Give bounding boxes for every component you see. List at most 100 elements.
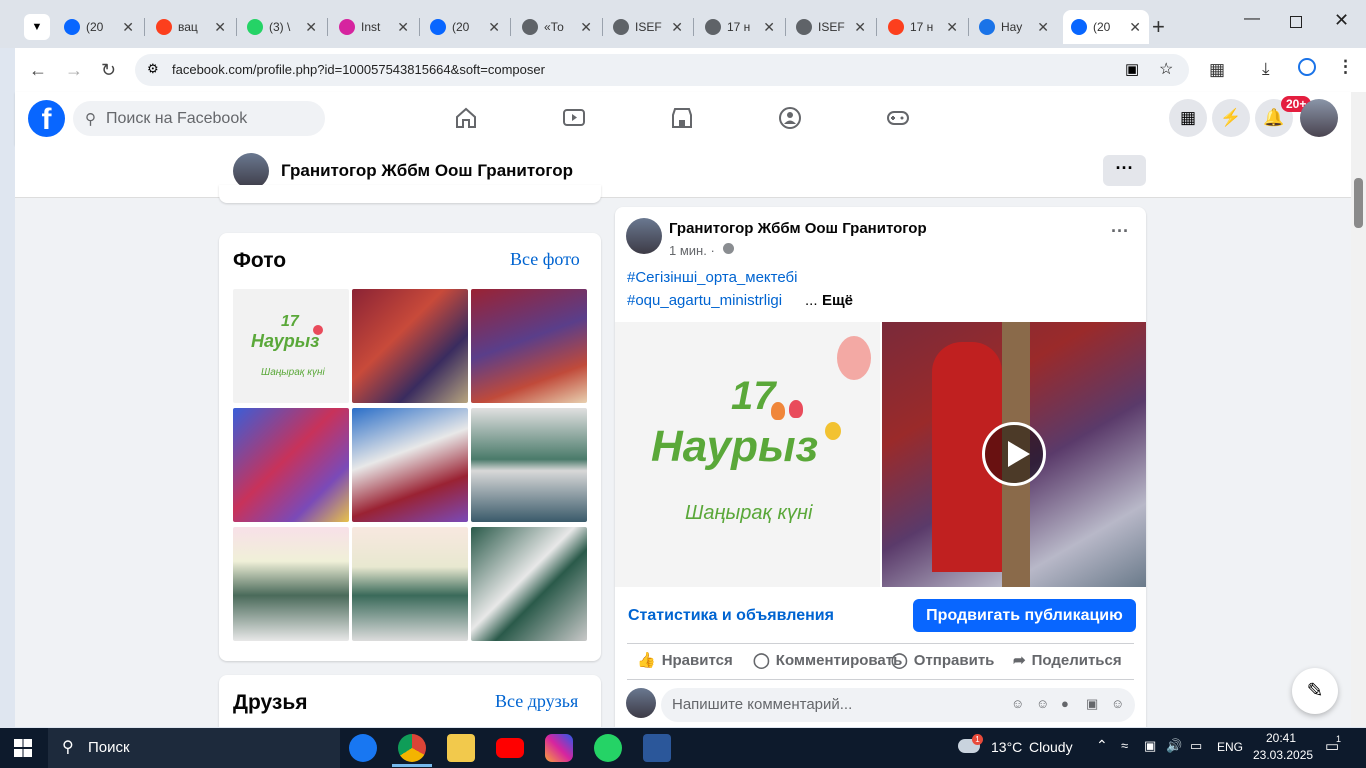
weather-condition[interactable]: Cloudy [1029, 739, 1073, 755]
photo-thumbnail[interactable] [471, 289, 587, 403]
new-tab-button[interactable]: + [1152, 14, 1165, 40]
clock-date[interactable]: 23.03.2025 [1253, 748, 1313, 762]
photo-thumbnail[interactable]: 17 Наурыз Шаңырақ күні [233, 289, 349, 403]
browser-tab[interactable]: (3) \ ✕ [239, 10, 325, 44]
send-button[interactable]: ◯ Отправить [891, 651, 994, 670]
browser-tab[interactable]: ISEF ✕ [605, 10, 691, 44]
sticker-icon[interactable]: ☺ [1111, 696, 1124, 711]
photo-thumbnail[interactable] [471, 408, 587, 522]
play-button-icon[interactable] [982, 422, 1046, 486]
close-tab-icon[interactable]: ✕ [397, 19, 409, 36]
post-author-name[interactable]: Гранитогор Жббм Оош Гранитогор [669, 220, 927, 237]
gaming-icon[interactable] [886, 106, 910, 130]
photo-thumbnail[interactable] [352, 289, 468, 403]
chrome-icon[interactable] [398, 734, 426, 762]
camera-icon[interactable]: ● [1061, 696, 1069, 711]
language-indicator[interactable]: ENG [1217, 740, 1243, 754]
download-icon[interactable]: ⤓ [1262, 59, 1270, 79]
new-message-button[interactable]: ✎ [1292, 668, 1338, 714]
whatsapp-icon[interactable] [594, 734, 622, 762]
close-window-button[interactable]: ✕ [1334, 10, 1349, 31]
browser-tab[interactable]: (20 ✕ [1063, 10, 1149, 44]
messenger-icon[interactable]: ⚡ [1212, 99, 1250, 137]
close-tab-icon[interactable]: ✕ [763, 19, 775, 36]
video-icon[interactable] [562, 106, 586, 130]
photo-thumbnail[interactable] [352, 527, 468, 641]
facebook-search-input[interactable]: ⚲ Поиск на Facebook [73, 101, 325, 136]
close-tab-icon[interactable]: ✕ [122, 19, 134, 36]
close-tab-icon[interactable]: ✕ [1037, 19, 1049, 36]
avatar-sticker-icon[interactable]: ☺ [1011, 696, 1024, 711]
browser-tab[interactable]: вац ✕ [148, 10, 234, 44]
menu-icon[interactable]: ⋮ [1337, 57, 1354, 77]
site-info-icon[interactable]: ⚙ [147, 61, 159, 77]
browser-tab[interactable]: ISEF ✕ [788, 10, 874, 44]
profile-icon[interactable] [1298, 58, 1316, 76]
browser-tab[interactable]: (20 ✕ [56, 10, 142, 44]
comment-input[interactable]: Напишите комментарий... ☺ ☺ ● ▣ ☺ [661, 688, 1135, 722]
close-tab-icon[interactable]: ✕ [854, 19, 866, 36]
home-icon[interactable] [454, 106, 478, 130]
account-avatar[interactable] [1300, 99, 1338, 137]
hashtag-link[interactable]: #oqu_agartu_ministrligi [627, 292, 782, 309]
show-hidden-icons-chevron-icon[interactable]: ⌃ [1096, 737, 1108, 754]
maximize-button[interactable] [1290, 16, 1302, 28]
marketplace-icon[interactable] [670, 106, 694, 130]
scrollbar-thumb[interactable] [1354, 178, 1363, 228]
like-button[interactable]: 👍 Нравится [637, 651, 733, 670]
post-author-avatar[interactable] [626, 218, 662, 254]
all-photos-link[interactable]: Все фото [510, 249, 580, 270]
close-tab-icon[interactable]: ✕ [671, 19, 683, 36]
back-button[interactable]: ← [29, 60, 47, 81]
see-more-link[interactable]: Ещё [822, 292, 853, 309]
bookmark-star-icon[interactable]: ☆ [1159, 59, 1173, 79]
minimize-button[interactable]: — [1244, 10, 1260, 28]
file-explorer-icon[interactable] [447, 734, 475, 762]
groups-icon[interactable] [778, 106, 802, 130]
windows-start-icon[interactable] [14, 739, 32, 757]
reload-button[interactable]: ↻ [101, 60, 116, 81]
emoji-icon[interactable]: ☺ [1036, 696, 1049, 711]
photo-thumbnail[interactable] [471, 527, 587, 641]
post-time[interactable]: 1 мин. · [669, 243, 715, 258]
commenter-avatar[interactable] [626, 688, 656, 718]
clock-time[interactable]: 20:41 [1266, 731, 1296, 745]
youtube-icon[interactable] [496, 738, 524, 758]
all-friends-link[interactable]: Все друзья [495, 691, 578, 712]
extensions-icon[interactable]: ▦ [1209, 60, 1225, 80]
comment-button[interactable]: ◯ Комментировать [753, 651, 902, 670]
page-scrollbar[interactable] [1351, 92, 1366, 727]
close-tab-icon[interactable]: ✕ [580, 19, 592, 36]
browser-tab[interactable]: «То ✕ [514, 10, 600, 44]
photo-thumbnail[interactable] [233, 527, 349, 641]
statistics-link[interactable]: Статистика и объявления [628, 607, 834, 625]
photo-thumbnail[interactable] [352, 408, 468, 522]
close-tab-icon[interactable]: ✕ [946, 19, 958, 36]
promote-post-button[interactable]: Продвигать публикацию [913, 599, 1136, 632]
close-tab-icon[interactable]: ✕ [305, 19, 317, 36]
instagram-icon[interactable] [545, 734, 573, 762]
post-video[interactable] [882, 322, 1146, 587]
profile-more-button[interactable]: ··· [1103, 155, 1146, 186]
volume-icon[interactable]: 🔊 [1166, 738, 1182, 754]
close-tab-icon[interactable]: ✕ [214, 19, 226, 36]
word-icon[interactable] [643, 734, 671, 762]
forward-button[interactable]: → [65, 60, 83, 81]
tab-search-button[interactable]: ▼ [24, 14, 50, 40]
battery-icon[interactable]: ▭ [1190, 738, 1202, 754]
address-bar[interactable]: ⚙ facebook.com/profile.php?id=1000575438… [135, 54, 1189, 86]
hashtag-link[interactable]: #Сегізінші_орта_мектебі [627, 269, 797, 286]
profile-name[interactable]: Гранитогор Жббм Оош Гранитогор [281, 161, 573, 181]
browser-tab[interactable]: Нау ✕ [971, 10, 1057, 44]
profile-avatar[interactable] [233, 153, 269, 189]
gif-icon[interactable]: ▣ [1086, 696, 1098, 712]
post-options-button[interactable]: ··· [1111, 221, 1129, 242]
photo-thumbnail[interactable] [233, 408, 349, 522]
browser-tab[interactable]: 17 н ✕ [880, 10, 966, 44]
taskbar-search[interactable]: ⚲ Поиск [48, 728, 340, 768]
install-app-icon[interactable]: ▣ [1125, 60, 1139, 78]
weather-temperature[interactable]: 13°C [991, 739, 1022, 755]
facebook-logo[interactable]: f [28, 100, 65, 137]
menu-grid-icon[interactable]: ▦ [1169, 99, 1207, 137]
browser-tab[interactable]: (20 ✕ [422, 10, 508, 44]
